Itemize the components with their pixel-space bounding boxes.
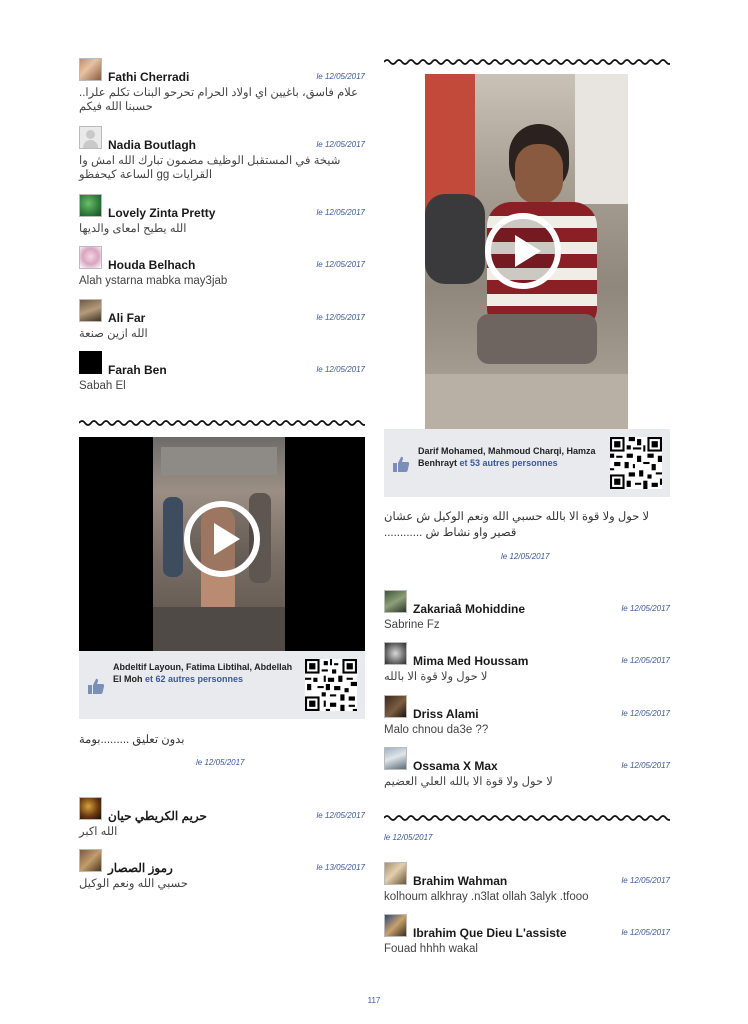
avatar[interactable] xyxy=(384,590,407,613)
comment-author[interactable]: حريم الكريطي حيان xyxy=(108,809,207,823)
likes-bar: Abdeltif Layoun, Fatima Libtihal, Abdell… xyxy=(79,651,365,719)
avatar[interactable] xyxy=(384,747,407,770)
post-caption: بدون تعليق .........بومة xyxy=(79,734,185,746)
likes-bar: Darif Mohamed, Mahmoud Charqi, Hamza Ben… xyxy=(384,429,670,497)
comment-date: le 12/05/2017 xyxy=(316,811,366,820)
page-number: 117 xyxy=(367,996,381,1005)
comment-date: le 12/05/2017 xyxy=(621,709,671,718)
comment-date: le 12/05/2017 xyxy=(621,604,671,613)
comment-author[interactable]: Ali Far xyxy=(108,311,145,325)
comment-date: le 12/05/2017 xyxy=(316,140,366,149)
avatar[interactable] xyxy=(79,849,102,872)
comment-author[interactable]: Ossama X Max xyxy=(413,759,498,773)
comment-text: kolhoum alkhray .n3lat ollah 3alyk .tfoo… xyxy=(384,891,589,903)
qr-code-icon xyxy=(305,659,357,711)
comment-text: لا حول ولا قوة الا بالله xyxy=(384,671,488,683)
likers-more-link[interactable]: et 53 autres personnes xyxy=(460,458,558,468)
post-date: le 12/05/2017 xyxy=(196,758,245,767)
avatar[interactable] xyxy=(384,642,407,665)
comment-author[interactable]: رموز الصصار xyxy=(108,861,173,875)
comment-date: le 12/05/2017 xyxy=(316,365,366,374)
video-player[interactable] xyxy=(425,74,628,429)
comment-date: le 12/05/2017 xyxy=(316,72,366,81)
comment-date: le 12/05/2017 xyxy=(621,656,671,665)
comment-text: Sabah El xyxy=(79,380,126,392)
wavy-divider xyxy=(384,59,670,65)
comment-date: le 12/05/2017 xyxy=(316,313,366,322)
play-icon[interactable] xyxy=(485,213,561,289)
post-caption: لا حول ولا قوة الا بالله حسبي الله ونعم … xyxy=(384,511,650,539)
comment-author[interactable]: Zakariaâ Mohiddine xyxy=(413,602,525,616)
likers-more-link[interactable]: et 62 autres personnes xyxy=(145,674,243,684)
comment-author[interactable]: Lovely Zinta Pretty xyxy=(108,206,215,220)
comment-date: le 12/05/2017 xyxy=(621,928,671,937)
play-icon[interactable] xyxy=(184,501,260,577)
comment-author[interactable]: Houda Belhach xyxy=(108,258,195,272)
comment-text: Sabrine Fz xyxy=(384,619,440,631)
thumbs-up-icon[interactable] xyxy=(87,677,105,695)
comment-author[interactable]: Mima Med Houssam xyxy=(413,654,528,668)
thumbs-up-icon[interactable] xyxy=(392,455,410,473)
comment-date: le 12/05/2017 xyxy=(316,260,366,269)
likers-list[interactable]: Darif Mohamed, Mahmoud Charqi, Hamza Ben… xyxy=(418,445,598,469)
likers-list[interactable]: Abdeltif Layoun, Fatima Libtihal, Abdell… xyxy=(113,661,293,685)
comment-author[interactable]: Driss Alami xyxy=(413,707,479,721)
comment-date: le 13/05/2017 xyxy=(316,863,366,872)
avatar[interactable] xyxy=(79,797,102,820)
wavy-divider xyxy=(79,420,365,426)
comment-author[interactable]: Nadia Boutlagh xyxy=(108,138,196,152)
wavy-divider xyxy=(384,815,670,821)
comment-date: le 12/05/2017 xyxy=(621,761,671,770)
avatar[interactable] xyxy=(79,126,102,149)
avatar[interactable] xyxy=(79,58,102,81)
comment-text: Fouad hhhh wakal xyxy=(384,943,478,955)
comment-text: شيخة في المستقبل الوظيف مضمون تبارك الله… xyxy=(79,155,341,181)
comment-author[interactable]: Ibrahim Que Dieu L'assiste xyxy=(413,926,567,940)
comment-text: الله ازين صنعة xyxy=(79,328,148,340)
post-date: le 12/05/2017 xyxy=(501,552,550,561)
comment-text: حسبي الله ونعم الوكيل xyxy=(79,878,188,890)
video-player[interactable] xyxy=(79,437,365,651)
avatar[interactable] xyxy=(384,862,407,885)
comment-text: الله يطيح امعاى والديها xyxy=(79,223,187,235)
comment-date: le 12/05/2017 xyxy=(621,876,671,885)
comment-author[interactable]: Brahim Wahman xyxy=(413,874,507,888)
comment-text: لا حول ولا قوة الا بالله العلي العضيم xyxy=(384,776,553,788)
avatar[interactable] xyxy=(79,194,102,217)
comment-date: le 12/05/2017 xyxy=(316,208,366,217)
section-date: le 12/05/2017 xyxy=(384,833,433,842)
avatar[interactable] xyxy=(384,695,407,718)
comment-text: Alah ystarna mabka may3jab xyxy=(79,275,228,287)
avatar[interactable] xyxy=(79,246,102,269)
avatar[interactable] xyxy=(79,299,102,322)
qr-code-icon xyxy=(610,437,662,489)
comment-author[interactable]: Farah Ben xyxy=(108,363,167,377)
comment-author[interactable]: Fathi Cherradi xyxy=(108,70,189,84)
comment-text: الله اكبر xyxy=(79,826,118,838)
avatar[interactable] xyxy=(384,914,407,937)
comment-text: Malo chnou da3e ?? xyxy=(384,724,489,736)
avatar[interactable] xyxy=(79,351,102,374)
comment-text: علام فاسق، باغيين اي اولاد الحرام تحرحو … xyxy=(79,87,358,113)
